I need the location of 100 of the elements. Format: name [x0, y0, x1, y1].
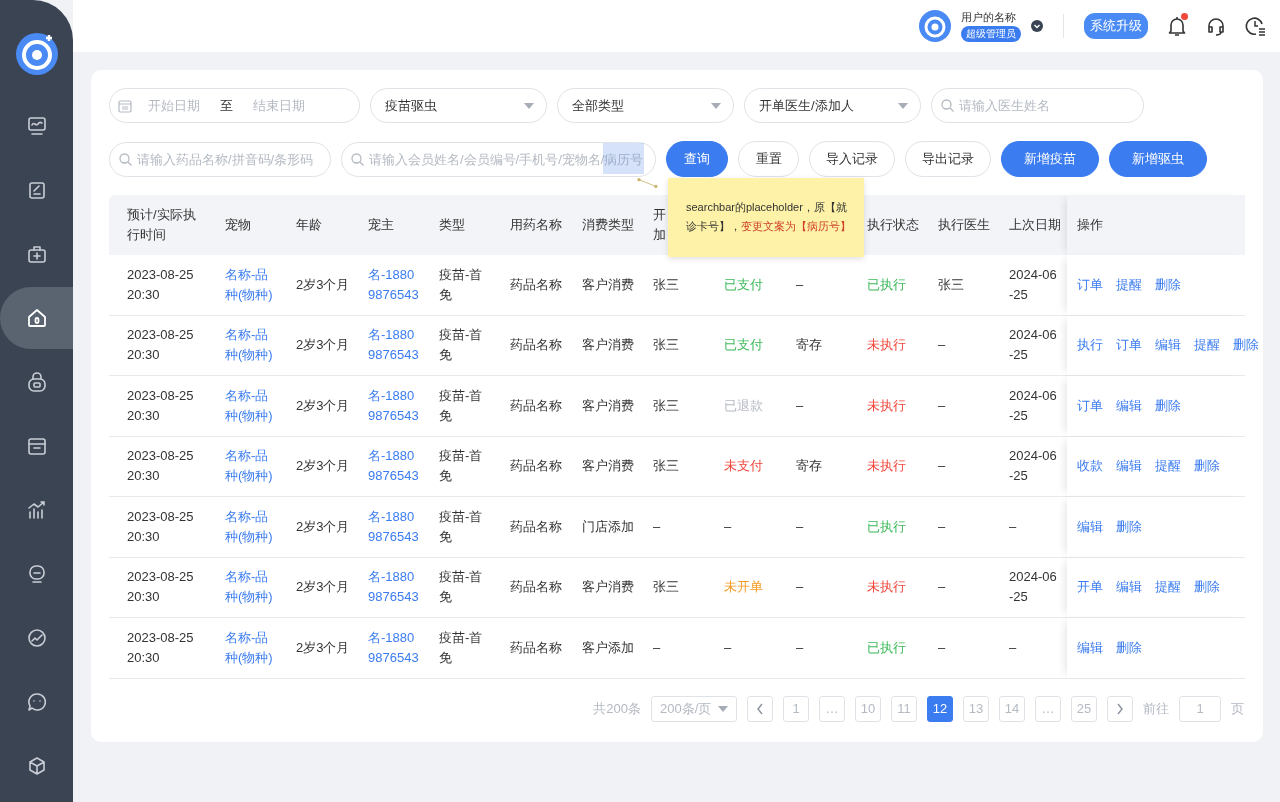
row-action-link[interactable]: 删除: [1116, 637, 1142, 658]
dropdown-select[interactable]: 疫苗驱虫: [370, 88, 547, 123]
goto-label: 前往: [1143, 699, 1169, 718]
table-cell-text: 客户消费: [582, 275, 634, 294]
row-action-link[interactable]: 删除: [1155, 395, 1181, 416]
action-button[interactable]: 重置: [738, 141, 799, 177]
bar-chart-icon: [25, 499, 48, 521]
dropdown-select[interactable]: 开单医生/添加人: [744, 88, 921, 123]
row-action-link[interactable]: 删除: [1155, 274, 1181, 295]
action-button[interactable]: 查询: [666, 141, 728, 177]
row-action-link[interactable]: 订单: [1077, 395, 1103, 416]
row-action-link[interactable]: 订单: [1077, 274, 1103, 295]
owner-link[interactable]: 名-18809876543: [368, 567, 421, 608]
role-badge: 超级管理员: [961, 26, 1021, 42]
column-header: 执行医生: [938, 216, 990, 234]
row-action-link[interactable]: 提醒: [1155, 577, 1181, 598]
search-field[interactable]: 请输入医生姓名: [931, 88, 1144, 123]
table-cell-text: 客户消费: [582, 457, 634, 476]
row-action-link[interactable]: 编辑: [1077, 637, 1103, 658]
caret-down-icon: [898, 102, 908, 109]
trend-chart-icon: [25, 627, 48, 649]
table-cell-text: 张三: [938, 275, 964, 294]
column-header: 类型: [439, 216, 465, 234]
row-action-link[interactable]: 删除: [1194, 456, 1220, 477]
search-field[interactable]: 请输入药品名称/拼音码/条形码: [109, 141, 331, 177]
date-range-field[interactable]: 开始日期 至 结束日期: [109, 88, 360, 123]
row-action-link[interactable]: 提醒: [1194, 335, 1220, 356]
row-action-link[interactable]: 编辑: [1116, 395, 1142, 416]
table-cell-text: 药品名称: [510, 396, 562, 415]
table-cell-text: 张三: [653, 336, 679, 355]
row-action-link[interactable]: 执行: [1077, 335, 1103, 356]
action-button[interactable]: 导出记录: [905, 141, 991, 177]
end-date-input[interactable]: 结束日期: [243, 98, 315, 113]
table-cell-text: 2023-08-25 20:30: [127, 628, 195, 667]
bag-icon: [25, 371, 48, 393]
owner-link[interactable]: 名-18809876543: [368, 385, 421, 426]
page-suffix: 页: [1231, 699, 1244, 718]
pet-link[interactable]: 名称-品种(物种): [225, 506, 278, 547]
table-cell-text: 客户添加: [582, 638, 634, 657]
table-cell-text: –: [938, 638, 946, 657]
row-action-link[interactable]: 编辑: [1077, 516, 1103, 537]
owner-link[interactable]: 名-18809876543: [368, 325, 421, 366]
table-cell-text: 未执行: [867, 336, 906, 355]
row-action-link[interactable]: 订单: [1116, 335, 1142, 356]
table-cell-text: 未支付: [724, 457, 763, 476]
table-cell-text: 客户消费: [582, 396, 634, 415]
table-cell-text: 药品名称: [510, 638, 562, 657]
medical-kit-icon: [25, 243, 48, 265]
chevron-right-icon: [1116, 702, 1124, 715]
search-icon: [119, 152, 132, 166]
dropdown-select[interactable]: 全部类型: [557, 88, 734, 123]
table-cell-text: –: [796, 578, 804, 597]
row-action-link[interactable]: 提醒: [1116, 274, 1142, 295]
owner-link[interactable]: 名-18809876543: [368, 627, 421, 668]
row-action-link[interactable]: 开单: [1077, 577, 1103, 598]
pet-link[interactable]: 名称-品种(物种): [225, 385, 278, 426]
select-value: 全部类型: [572, 96, 624, 115]
row-action-link[interactable]: 收款: [1077, 456, 1103, 477]
table-cell-text: 药品名称: [510, 578, 562, 597]
row-action-link[interactable]: 编辑: [1155, 335, 1181, 356]
sidebar-item[interactable]: [0, 287, 73, 349]
table-cell-text: 2024-06 -25: [1009, 265, 1057, 304]
table-cell-text: 未执行: [867, 578, 906, 597]
table-cell-text: 2岁3个月: [296, 396, 350, 415]
table-cell-text: 药品名称: [510, 336, 562, 355]
table-cell-text: 2岁3个月: [296, 336, 350, 355]
pet-link[interactable]: 名称-品种(物种): [225, 567, 278, 608]
row-action-link[interactable]: 删除: [1116, 516, 1142, 537]
pet-link[interactable]: 名称-品种(物种): [225, 264, 278, 305]
pet-link[interactable]: 名称-品种(物种): [225, 446, 278, 487]
table-cell-text: 药品名称: [510, 275, 562, 294]
action-button[interactable]: 导入记录: [809, 141, 895, 177]
pet-link[interactable]: 名称-品种(物种): [225, 325, 278, 366]
owner-link[interactable]: 名-18809876543: [368, 264, 421, 305]
table-cell-text: 药品名称: [510, 517, 562, 536]
row-action-link[interactable]: 提醒: [1155, 456, 1181, 477]
owner-link[interactable]: 名-18809876543: [368, 506, 421, 547]
upgrade-button[interactable]: 系统升级: [1084, 13, 1148, 39]
table-cell-text: –: [1009, 517, 1017, 536]
column-header: 执行状态: [867, 216, 919, 234]
row-action-link[interactable]: 删除: [1233, 335, 1259, 356]
column-header: 年龄: [296, 216, 322, 234]
column-header: 用药名称: [510, 216, 562, 234]
table-cell-text: 2023-08-25 20:30: [127, 447, 195, 486]
table-cell-text: 未开单: [724, 578, 763, 597]
range-separator: 至: [220, 96, 233, 115]
row-action-link[interactable]: 编辑: [1116, 456, 1142, 477]
page-button[interactable]: 12: [927, 695, 953, 722]
table-cell-text: 2024-06 -25: [1009, 386, 1057, 425]
table-cell-text: 已退款: [724, 396, 763, 415]
caret-down-icon: [524, 102, 534, 109]
pet-link[interactable]: 名称-品种(物种): [225, 627, 278, 668]
action-button[interactable]: 新增疫苗: [1001, 141, 1099, 177]
owner-link[interactable]: 名-18809876543: [368, 446, 421, 487]
row-action-link[interactable]: 编辑: [1116, 577, 1142, 598]
start-date-input[interactable]: 开始日期: [138, 98, 210, 113]
bell-icon: [1166, 15, 1188, 37]
table-cell-text: –: [724, 638, 732, 657]
action-button[interactable]: 新增驱虫: [1109, 141, 1207, 177]
row-action-link[interactable]: 删除: [1194, 577, 1220, 598]
